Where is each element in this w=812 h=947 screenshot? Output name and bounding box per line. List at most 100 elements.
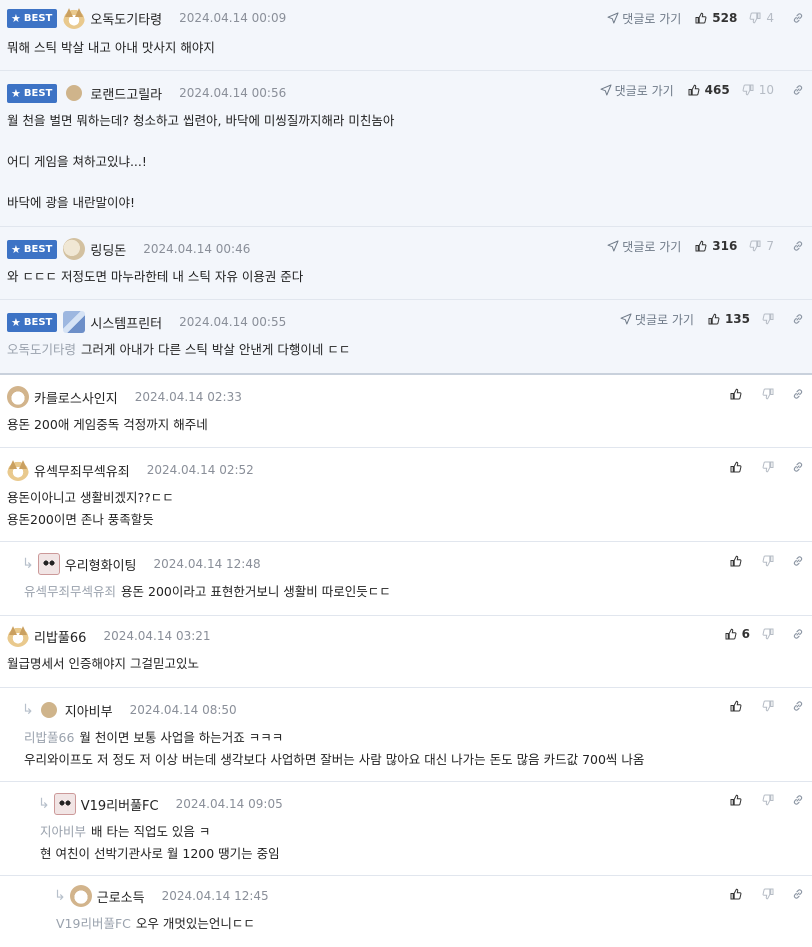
share-link-button[interactable] — [792, 888, 804, 900]
comment-header: ↳ 근로소득 2024.04.14 12:45 — [54, 876, 269, 916]
avatar[interactable] — [7, 386, 29, 408]
like-button[interactable]: 465 — [688, 83, 730, 97]
best-badge: ★ BEST — [7, 8, 58, 28]
thumbs-up-icon — [730, 700, 742, 712]
avatar[interactable] — [40, 702, 57, 718]
comment-body: 월급명세서 인증해야지 그걸믿고있노 — [7, 656, 199, 671]
avatar[interactable] — [69, 885, 92, 907]
comment-header: 리밥풀66 2024.04.14 03:21 — [7, 616, 211, 656]
avatar[interactable] — [66, 85, 83, 101]
reply-mention[interactable]: V19리버풀FC — [56, 916, 131, 931]
dislike-button[interactable] — [762, 555, 774, 567]
comment-body: 뭐해 스틱 박살 내고 아내 맛사지 해야지 — [7, 40, 215, 55]
star-icon: ★ — [11, 242, 21, 256]
comment-header: ★ BEST 시스템프린터 2024.04.14 00:55 — [7, 300, 286, 344]
comment-actions — [730, 876, 804, 912]
dislike-button[interactable] — [762, 888, 774, 900]
like-button[interactable] — [730, 888, 750, 900]
author-nickname[interactable]: 링딩돈 — [90, 240, 126, 259]
share-link-button[interactable] — [792, 700, 804, 712]
comment: 카를로스사인지 2024.04.14 02:33 용돈 200애 게임중독 걱정… — [0, 375, 812, 448]
dislike-button[interactable] — [762, 313, 774, 325]
dislike-button[interactable] — [762, 388, 774, 400]
author-nickname[interactable]: 유섹무죄무섹유죄 — [34, 461, 130, 480]
dislike-button[interactable] — [762, 794, 774, 806]
navigation-arrow-icon — [607, 12, 619, 24]
dislike-button[interactable] — [762, 700, 774, 712]
goto-comment-link[interactable]: 댓글로 가기 — [607, 10, 681, 27]
link-icon — [792, 388, 804, 400]
star-icon: ★ — [11, 315, 21, 329]
thumbs-up-icon — [730, 461, 742, 473]
like-button[interactable]: 528 — [695, 11, 737, 25]
like-button[interactable] — [730, 555, 750, 567]
like-count: 6 — [741, 627, 750, 641]
star-icon: ★ — [11, 11, 21, 25]
like-button[interactable] — [730, 461, 750, 473]
link-icon — [792, 555, 804, 567]
comment-body: 와 ㄷㄷㄷ 저정도면 마누라한테 내 스틱 자유 이용권 준다 — [7, 269, 304, 284]
like-button[interactable] — [730, 700, 750, 712]
reply-mention[interactable]: 리밥풀66 — [24, 730, 74, 745]
best-badge: ★ BEST — [7, 239, 58, 259]
share-link-button[interactable] — [792, 461, 804, 473]
like-button[interactable]: 135 — [708, 312, 750, 326]
like-button[interactable]: 316 — [695, 239, 737, 253]
thumbs-down-icon — [749, 240, 761, 252]
dislike-button[interactable]: 7 — [749, 239, 774, 253]
share-link-button[interactable] — [792, 388, 804, 400]
comment-actions — [730, 448, 804, 486]
author-nickname[interactable]: 지아비부 — [65, 701, 113, 720]
dislike-button[interactable]: 4 — [749, 11, 774, 25]
author-nickname[interactable]: 근로소득 — [97, 887, 145, 906]
author-nickname[interactable]: 카를로스사인지 — [34, 388, 118, 407]
thumbs-up-icon — [725, 628, 737, 640]
share-link-button[interactable] — [792, 628, 804, 640]
avatar[interactable] — [37, 553, 60, 575]
comment-header: ↳ V19리버풀FC 2024.04.14 09:05 — [38, 782, 283, 826]
reply-comment: ↳ 우리형화이팅 2024.04.14 12:48 유섹무죄무섹유죄 용돈 200… — [0, 542, 812, 616]
share-link-button[interactable] — [792, 12, 804, 24]
reply-mention[interactable]: 유섹무죄무섹유죄 — [24, 584, 116, 599]
avatar[interactable] — [53, 793, 76, 815]
thumbs-up-icon — [730, 388, 742, 400]
comment-body: 오독도기타령 그러게 아내가 다른 스틱 박살 안낸게 다행이네 ㄷㄷ — [7, 342, 351, 357]
author-nickname[interactable]: 우리형화이팅 — [65, 555, 137, 574]
reply-mention[interactable]: 지아비부 — [40, 824, 86, 839]
like-button[interactable] — [730, 794, 750, 806]
dislike-button[interactable] — [762, 461, 774, 473]
share-link-button[interactable] — [792, 794, 804, 806]
comment-date: 2024.04.14 02:52 — [146, 463, 254, 477]
best-comment: ★ BEST 링딩돈 2024.04.14 00:46 댓글로 가기 316 7 … — [0, 227, 812, 300]
share-link-button[interactable] — [792, 240, 804, 252]
avatar[interactable] — [63, 7, 86, 29]
comment-date: 2024.04.14 02:33 — [134, 390, 242, 404]
avatar[interactable] — [63, 311, 86, 333]
dislike-button[interactable]: 10 — [742, 83, 774, 97]
goto-comment-link[interactable]: 댓글로 가기 — [620, 311, 694, 328]
avatar[interactable] — [63, 238, 86, 260]
link-icon — [792, 794, 804, 806]
best-comment: ★ BEST 시스템프린터 2024.04.14 00:55 댓글로 가기 135… — [0, 300, 812, 375]
author-nickname[interactable]: 시스템프린터 — [90, 313, 162, 332]
avatar[interactable] — [7, 459, 29, 481]
best-badge: ★ BEST — [7, 83, 58, 103]
reply-mention[interactable]: 오독도기타령 — [7, 342, 76, 357]
goto-comment-link[interactable]: 댓글로 가기 — [600, 82, 674, 99]
reply-arrow-icon: ↳ — [22, 556, 34, 572]
share-link-button[interactable] — [792, 84, 804, 96]
share-link-button[interactable] — [792, 555, 804, 567]
author-nickname[interactable]: 리밥풀66 — [34, 627, 86, 646]
comment-actions: 댓글로 가기 465 10 — [600, 71, 804, 109]
dislike-button[interactable] — [762, 628, 774, 640]
avatar[interactable] — [7, 625, 29, 647]
comment-body: 월 천을 벌면 뭐하는데? 청소하고 씹련아, 바닥에 미씽질까지해라 미친놈아… — [7, 113, 395, 210]
author-nickname[interactable]: 오독도기타령 — [90, 9, 162, 28]
author-nickname[interactable]: V19리버풀FC — [81, 795, 159, 814]
goto-comment-link[interactable]: 댓글로 가기 — [607, 238, 681, 255]
reply-comment: ↳ 지아비부 2024.04.14 08:50 리밥풀66 월 천이면 보통 사업… — [0, 688, 812, 782]
like-button[interactable] — [730, 388, 750, 400]
share-link-button[interactable] — [792, 313, 804, 325]
like-button[interactable]: 6 — [725, 627, 750, 641]
author-nickname[interactable]: 로랜드고릴라 — [90, 84, 162, 103]
